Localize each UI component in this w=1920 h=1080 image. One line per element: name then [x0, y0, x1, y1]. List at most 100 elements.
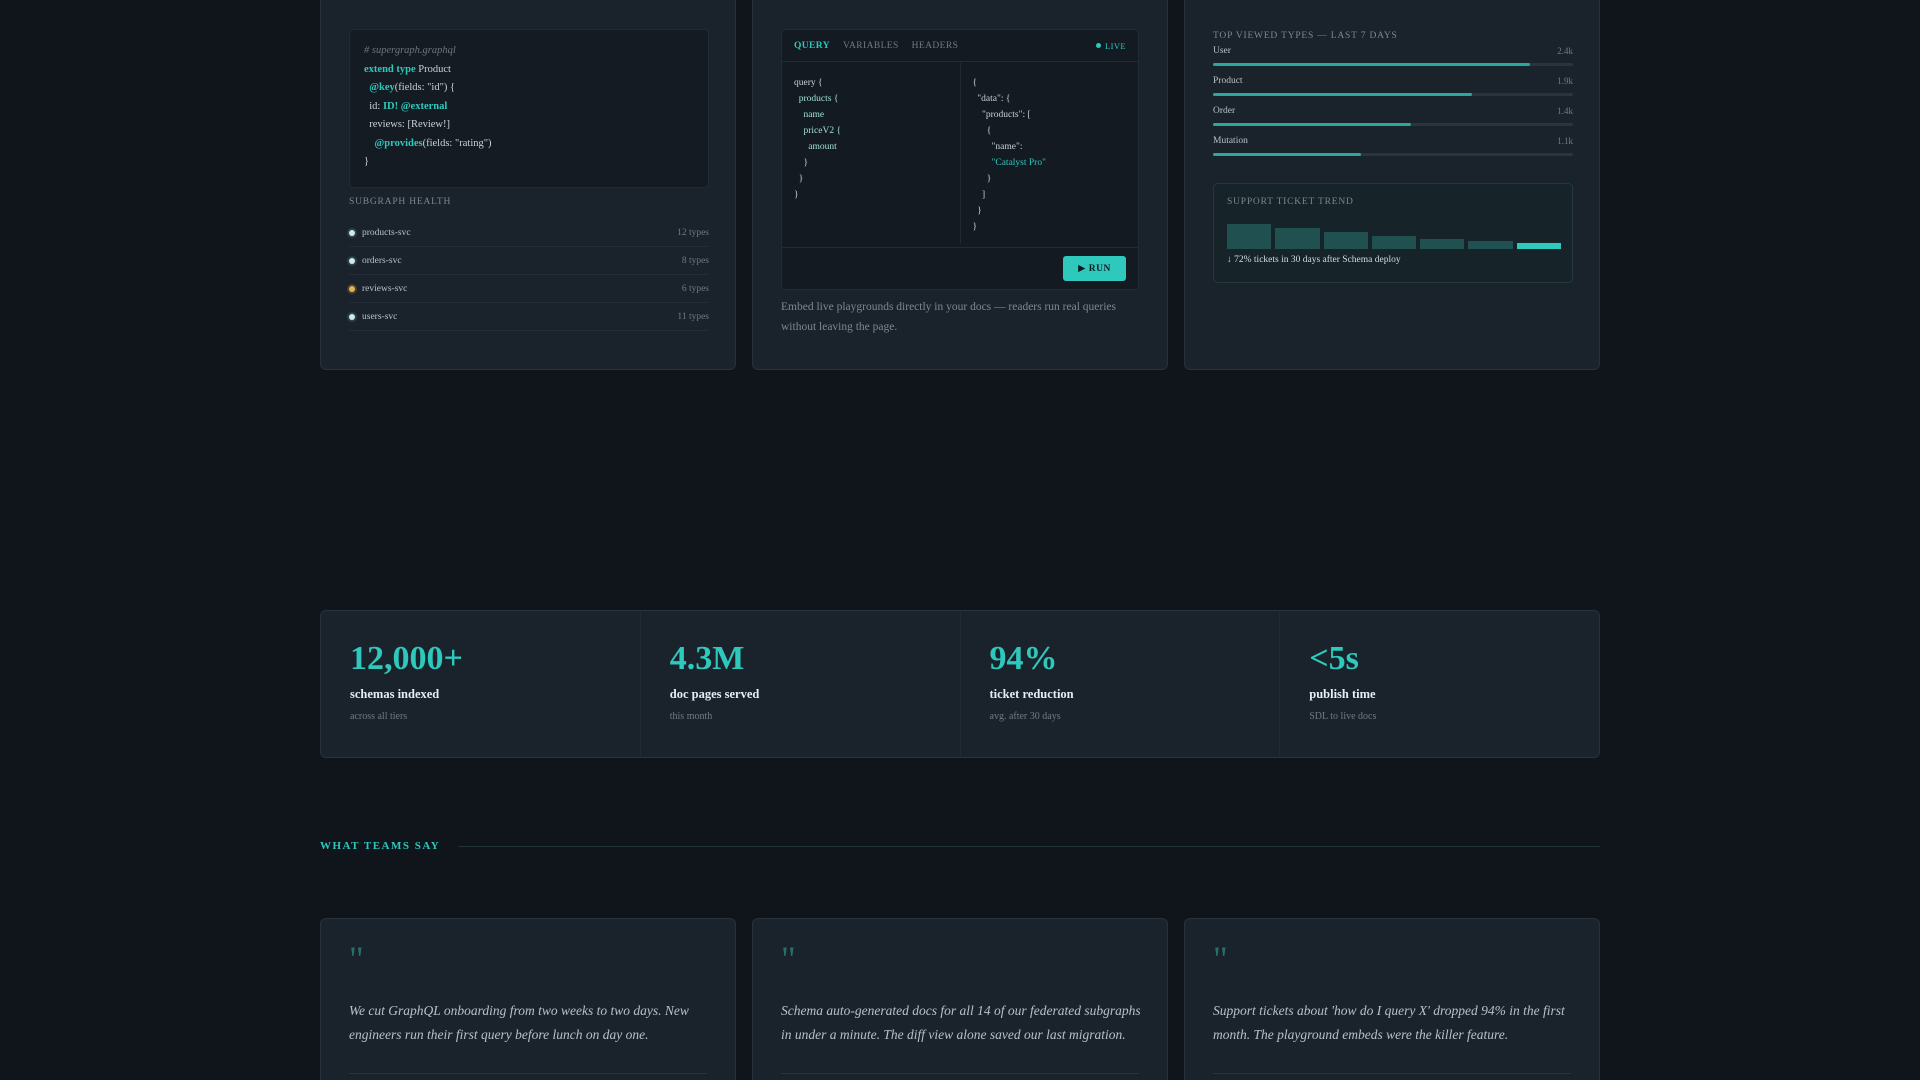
tab-headers[interactable]: HEADERS — [912, 41, 959, 51]
stat-subtitle: this month — [669, 711, 713, 722]
quote-icon: " — [1213, 939, 1228, 979]
divider — [1213, 1073, 1571, 1074]
tab-variables[interactable]: VARIABLES — [843, 41, 899, 51]
live-label: LIVE — [1105, 40, 1126, 51]
analytics-card: TOP VIEWED TYPES — LAST 7 DAYS User 2.4k P… — [1184, 0, 1600, 370]
stat-value: 12,000+ — [350, 640, 463, 677]
schema-code-block: # supergraph.graphql extend type Product… — [349, 29, 709, 188]
stat-item: <5s publish time SDL to live docs — [1280, 611, 1599, 757]
section-title: WHAT TEAMS SAY — [320, 840, 441, 852]
subgraph-row[interactable]: orders-svc 8 types — [349, 247, 709, 275]
run-button[interactable]: ▶ RUN — [1063, 256, 1126, 281]
response-line: { — [972, 126, 992, 136]
live-dot-icon — [1096, 43, 1102, 48]
status-dot-icon — [349, 285, 355, 292]
trend-bar — [1227, 224, 1272, 249]
query-editor[interactable]: query { products { name priceV2 { amount… — [782, 63, 961, 243]
subgraph-health-label: SUBGRAPH HEALTH — [349, 197, 452, 207]
stat-item: 12,000+ schemas indexed across all tiers — [321, 611, 641, 757]
code-directive: @provides — [374, 137, 423, 149]
code-brace: } — [364, 156, 370, 167]
testimonial-text: Schema auto-generated docs for all 14 of… — [781, 1003, 1141, 1042]
quote-icon: " — [349, 939, 364, 979]
code-keyword: extend type — [364, 63, 416, 75]
response-line: } — [972, 174, 992, 184]
code-directive: @key — [369, 82, 395, 93]
trend-label: SUPPORT TICKET TREND — [1227, 197, 1354, 207]
bar-track — [1213, 93, 1573, 96]
stat-title: schemas indexed — [350, 687, 440, 701]
response-viewer: { "data": { "products": [ { "name": "Cat… — [961, 63, 1139, 243]
divider — [349, 1073, 707, 1074]
type-views: 2.4k — [1557, 46, 1573, 56]
divider — [458, 845, 1600, 847]
code-field: id: — [369, 100, 383, 112]
response-line: "Catalyst Pro" — [972, 158, 1046, 168]
stat-subtitle: SDL to live docs — [1309, 711, 1377, 722]
stat-title: ticket reduction — [989, 687, 1074, 701]
stats-strip: 12,000+ schemas indexed across all tiers 4.… — [320, 610, 1600, 758]
status-dot-icon — [349, 229, 355, 236]
playground-tabs: QUERY VARIABLES HEADERS LIVE — [782, 30, 1138, 62]
live-indicator: LIVE — [1096, 41, 1126, 51]
stat-value: 4.3M — [669, 640, 745, 677]
stat-subtitle: avg. after 30 days — [989, 711, 1061, 722]
subgraph-health-list: products-svc 12 types orders-svc 8 types rev… — [349, 219, 709, 331]
response-line: ] — [972, 190, 986, 200]
trend-bar — [1371, 236, 1417, 249]
playground-caption: Embed live playgrounds directly in your … — [781, 301, 1116, 333]
code-directive: @external — [398, 100, 448, 112]
type-bar-row: Order 1.4k — [1213, 106, 1573, 136]
code-field: reviews: [Review!] — [369, 119, 451, 130]
code-comment: # supergraph.graphql — [364, 45, 456, 56]
query-line: } — [794, 158, 809, 168]
testimonial-card: " We cut GraphQL onboarding from two wee… — [320, 918, 736, 1080]
playground-card: QUERY VARIABLES HEADERS LIVE query { produc… — [752, 0, 1168, 370]
tab-query[interactable]: QUERY — [794, 41, 830, 51]
subgraph-name: orders-svc — [362, 255, 402, 266]
response-line: { — [972, 78, 978, 88]
type-bar-row: User 2.4k — [1213, 46, 1573, 76]
stat-value: 94% — [989, 640, 1058, 677]
type-views: 1.1k — [1557, 136, 1573, 146]
status-dot-icon — [349, 313, 355, 320]
schema-card: # supergraph.graphql extend type Product… — [320, 0, 736, 370]
query-line: } — [794, 190, 799, 200]
subgraph-info: reviews-svc — [349, 284, 407, 294]
playground-embed: QUERY VARIABLES HEADERS LIVE query { produc… — [781, 29, 1139, 290]
query-line: } — [794, 174, 804, 184]
testimonial-text: Support tickets about 'how do I query X'… — [1213, 1003, 1565, 1042]
type-name: Mutation — [1213, 136, 1248, 146]
response-line: "data": { — [972, 94, 1011, 104]
top-viewed-label: TOP VIEWED TYPES — LAST 7 DAYS — [1213, 31, 1398, 41]
subgraph-row[interactable]: reviews-svc 6 types — [349, 275, 709, 303]
bar-fill — [1213, 123, 1411, 126]
subgraph-row[interactable]: products-svc 12 types — [349, 219, 709, 247]
top-types-list: User 2.4k Product 1.9k Order 1.4k Mutation 1.1k — [1213, 46, 1573, 166]
type-name: User — [1213, 46, 1231, 56]
trend-bar — [1323, 232, 1368, 249]
subgraph-type-count: 11 types — [677, 311, 709, 322]
trend-bar — [1420, 239, 1465, 249]
code-type-name: Product — [415, 63, 451, 75]
query-line: name — [794, 110, 825, 120]
subgraph-type-count: 8 types — [681, 255, 709, 266]
quote-icon: " — [781, 939, 796, 979]
type-views: 1.9k — [1557, 76, 1573, 86]
stat-title: doc pages served — [669, 687, 760, 701]
status-dot-icon — [349, 257, 355, 264]
trend-bar — [1516, 243, 1561, 249]
stat-value: <5s — [1309, 640, 1359, 677]
response-line: "products": [ — [972, 110, 1031, 120]
code-text: (fields: "rating") — [422, 137, 492, 149]
trend-bar — [1275, 228, 1320, 249]
bar-track — [1213, 153, 1573, 156]
subgraph-name: reviews-svc — [362, 283, 408, 294]
subgraph-info: products-svc — [349, 228, 411, 238]
bar-track — [1213, 123, 1573, 126]
stat-item: 4.3M doc pages served this month — [641, 611, 961, 757]
trend-note: ↓ 72% tickets in 30 days after Schema de… — [1227, 255, 1401, 265]
subgraph-row[interactable]: users-svc 11 types — [349, 303, 709, 331]
subgraph-type-count: 12 types — [677, 227, 709, 238]
bar-track — [1213, 63, 1573, 66]
